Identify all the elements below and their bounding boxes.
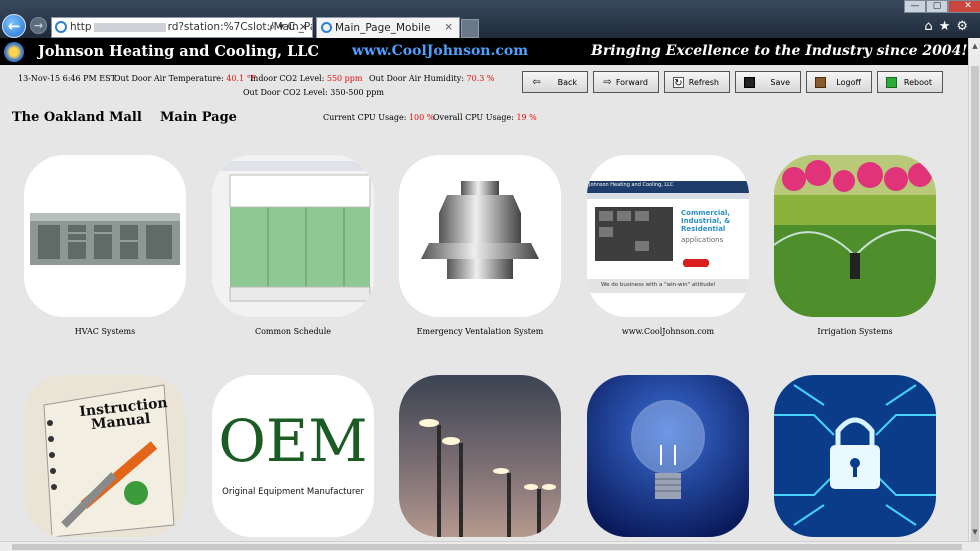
horizontal-scroll-thumb[interactable] <box>12 544 962 550</box>
website-footer-text: We do business with a "win-win" attitude… <box>601 282 716 288</box>
overall-cpu: Overall CPU Usage: 19 % <box>433 113 537 122</box>
maximize-button[interactable]: ▢ <box>926 0 948 13</box>
parking-lights-image <box>399 375 561 537</box>
address-redacted <box>93 22 166 32</box>
reboot-button[interactable]: Reboot <box>877 71 943 93</box>
current-cpu-value: 100 % <box>408 113 435 122</box>
browser-tab[interactable]: Main_Page_Mobile × <box>316 17 460 38</box>
website-sub-text: applications <box>681 236 724 244</box>
padlock-circuit-image <box>774 375 936 537</box>
gear-icon[interactable]: ⚙ <box>956 19 974 34</box>
indoor-co2-label: Indoor CO2 Level: <box>250 74 325 83</box>
sprinkler-image <box>774 155 936 317</box>
arrow-left-icon: ⇦ <box>532 77 541 88</box>
current-cpu: Current CPU Usage: 100 % <box>323 113 434 122</box>
tagline: Bringing Excellence to the Industry sinc… <box>591 43 968 59</box>
company-logo-icon <box>4 42 24 62</box>
cooljohnson-website-caption[interactable]: www.CoolJohnson.com <box>587 327 749 336</box>
arrow-right-icon: ⇨ <box>603 77 612 88</box>
reboot-icon <box>886 77 897 88</box>
irrigation-systems-caption[interactable]: Irrigation Systems <box>774 327 936 336</box>
star-icon[interactable]: ★ <box>939 19 957 34</box>
browser-chrome: ← → httprd?station:%7Cslot:/Main_Page_ ⌕… <box>0 0 980 38</box>
security-tile[interactable] <box>774 375 936 537</box>
save-button[interactable]: Save <box>735 71 801 93</box>
hvac-unit-image <box>30 213 180 265</box>
address-bar[interactable]: httprd?station:%7Cslot:/Main_Page_ ⌕ ▾ C… <box>51 17 313 38</box>
chrome-icons: ⌂★⚙ <box>924 19 974 34</box>
indoor-co2: Indoor CO2 Level: 550 ppm <box>250 74 363 83</box>
close-window-button[interactable]: ✕ <box>948 0 980 13</box>
browser-forward-icon[interactable]: → <box>30 17 47 34</box>
refresh-label: Refresh <box>688 78 719 87</box>
refresh-button[interactable]: ↻ Refresh <box>664 71 730 93</box>
scroll-down-icon[interactable]: ▼ <box>969 526 980 538</box>
ie-icon <box>55 21 67 33</box>
current-cpu-label: Current CPU Usage: <box>323 113 407 122</box>
browser-back-icon[interactable]: ← <box>2 14 26 38</box>
oem-logo-text: OEM <box>218 407 368 475</box>
outdoor-temp-label: Out Door Air Temperature: <box>114 74 224 83</box>
outdoor-humidity: Out Door Air Humidity: 70.3 % <box>369 74 494 83</box>
hvac-systems-caption[interactable]: HVAC Systems <box>24 327 186 336</box>
home-icon[interactable]: ⌂ <box>924 19 938 34</box>
emergency-ventilation-tile[interactable] <box>399 155 561 317</box>
tab-title: Main_Page_Mobile <box>335 22 431 34</box>
instruction-manual-tile[interactable]: Instruction Manual <box>24 375 186 537</box>
site-url-link[interactable]: www.CoolJohnson.com <box>352 43 528 59</box>
reboot-label: Reboot <box>903 78 932 87</box>
common-schedule-caption[interactable]: Common Schedule <box>212 327 374 336</box>
lighting-tile[interactable] <box>399 375 561 537</box>
outdoor-humidity-value: 70.3 % <box>466 74 495 83</box>
tab-close-icon[interactable]: × <box>444 21 453 33</box>
save-label: Save <box>770 78 790 87</box>
cooljohnson-website-tile[interactable]: Johnson Heating and Cooling, LLC Commerc… <box>587 155 749 317</box>
emergency-ventilation-caption[interactable]: Emergency Ventalation System <box>399 327 561 336</box>
overall-cpu-value: 19 % <box>516 113 537 122</box>
back-label: Back <box>557 78 577 87</box>
ie-tab-icon <box>321 22 332 33</box>
scroll-up-icon[interactable]: ▲ <box>969 40 980 52</box>
light-bulb-image <box>587 375 749 537</box>
vertical-scroll-thumb[interactable] <box>971 66 979 551</box>
energy-tile[interactable] <box>587 375 749 537</box>
address-prefix: http <box>70 21 92 33</box>
floppy-disk-icon <box>744 77 755 88</box>
location-title: The Oakland Mall <box>12 110 142 125</box>
window-controls: — ▢ ✕ <box>904 0 980 13</box>
forward-label: Forward <box>615 78 648 87</box>
oem-tile[interactable]: OEM Original Equipment Manufacturer <box>212 375 374 537</box>
indoor-co2-value: 550 ppm <box>326 74 363 83</box>
status-datetime: 13-Nov-15 6:46 PM EST <box>18 74 116 83</box>
new-tab-button[interactable] <box>461 19 479 38</box>
horizontal-scrollbar[interactable] <box>0 541 980 551</box>
forward-button[interactable]: ⇨ Forward <box>593 71 659 93</box>
vertical-scrollbar[interactable]: ▲ ▼ <box>968 38 980 551</box>
outdoor-co2: Out Door CO2 Level: 350-500 ppm <box>243 88 384 97</box>
page-title: Main Page <box>160 110 237 125</box>
overall-cpu-label: Overall CPU Usage: <box>433 113 514 122</box>
schedule-screenshot-image <box>212 155 374 317</box>
outdoor-humidity-label: Out Door Air Humidity: <box>369 74 464 83</box>
company-name: Johnson Heating and Cooling, LLC <box>38 43 320 60</box>
common-schedule-tile[interactable] <box>212 155 374 317</box>
door-icon <box>815 77 826 88</box>
exhaust-fan-image <box>421 181 539 279</box>
minimize-button[interactable]: — <box>904 0 926 13</box>
website-header-text: Johnson Heating and Cooling, LLC <box>589 182 674 188</box>
irrigation-systems-tile[interactable] <box>774 155 936 317</box>
hvac-systems-tile[interactable] <box>24 155 186 317</box>
back-button[interactable]: ⇦ Back <box>522 71 588 93</box>
logoff-button[interactable]: Logoff <box>806 71 872 93</box>
website-screenshot-image <box>587 155 749 317</box>
logoff-label: Logoff <box>836 78 861 87</box>
outdoor-temp: Out Door Air Temperature: 40.1 °F <box>114 74 256 83</box>
site-header: Johnson Heating and Cooling, LLC www.Coo… <box>0 38 968 65</box>
refresh-icon: ↻ <box>673 77 684 89</box>
oem-subtitle-text: Original Equipment Manufacturer <box>222 487 364 497</box>
website-title-text: Commercial, Industrial, & Residential <box>681 209 731 233</box>
address-tools[interactable]: ⌕ ▾ C × <box>269 20 308 34</box>
